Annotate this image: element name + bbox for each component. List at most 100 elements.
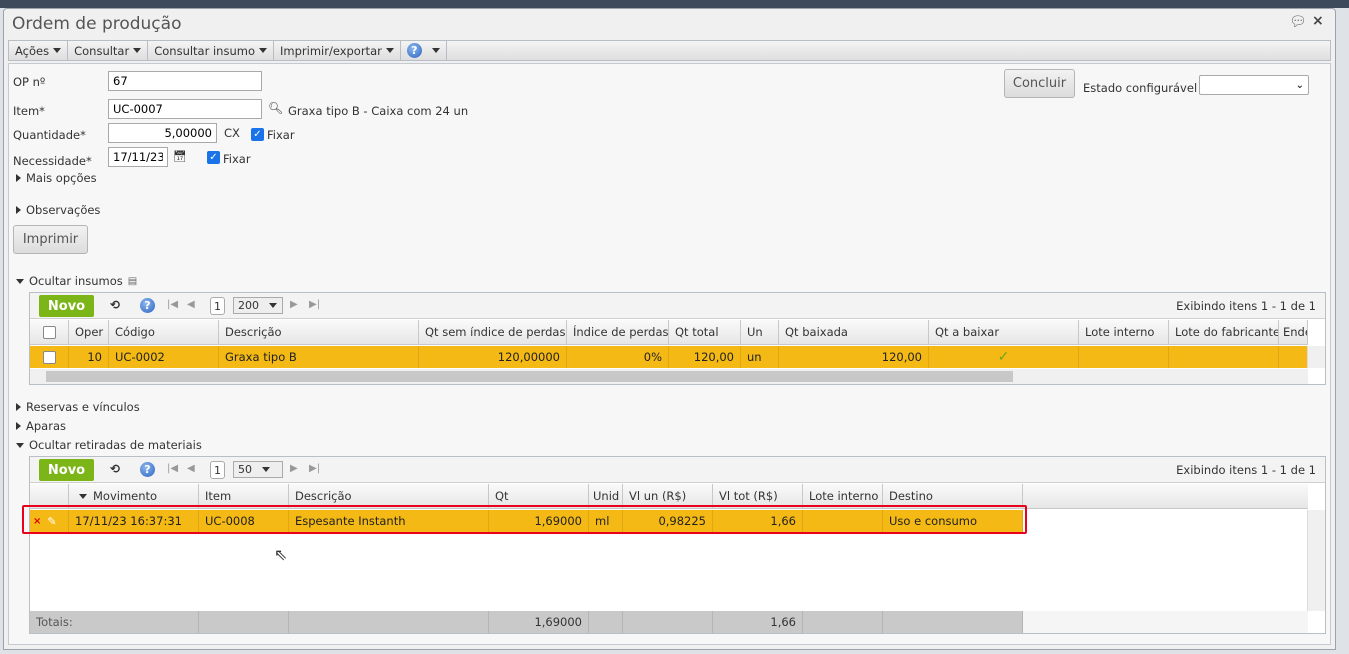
menu-label: Imprimir/exportar xyxy=(280,43,382,58)
cell-descricao: Graxa tipo B xyxy=(219,346,419,368)
cell-item: UC-0008 xyxy=(199,510,289,532)
totals-row: Totais: 1,69000 1,66 xyxy=(30,611,1308,633)
col-lote-fabricante[interactable]: Lote do fabricante xyxy=(1169,320,1279,344)
col-lote-interno[interactable]: Lote interno xyxy=(803,484,883,508)
col-endereco[interactable]: Endereço xyxy=(1279,320,1308,344)
row-actions: × ✎ xyxy=(30,510,69,532)
table-row[interactable]: × ✎ 17/11/23 16:37:31 UC-0008 Espesante I… xyxy=(30,510,1023,532)
vertical-scrollbar[interactable] xyxy=(1307,346,1325,368)
cell-movimento: 17/11/23 16:37:31 xyxy=(69,510,199,532)
cell-descricao: Espesante Instanth xyxy=(289,510,489,532)
concluir-button[interactable]: Concluir xyxy=(1004,69,1075,98)
col-descricao[interactable]: Descrição xyxy=(219,320,419,344)
col-codigo[interactable]: Código xyxy=(109,320,219,344)
col-item[interactable]: Item xyxy=(199,484,289,508)
quantity-input[interactable] xyxy=(108,123,217,143)
col-destino[interactable]: Destino xyxy=(883,484,1023,508)
col-movimento[interactable]: Movimento xyxy=(69,484,199,508)
first-page-icon[interactable]: |◀ xyxy=(167,299,178,310)
col-vl-tot[interactable]: Vl tot (R$) xyxy=(713,484,803,508)
col-unid[interactable]: Unid xyxy=(589,484,623,508)
grid-toolbar: Novo ⟲ ? |◀ ◀ 1 200 ▶ ▶| Exibindo itens … xyxy=(30,293,1325,319)
col-un[interactable]: Un xyxy=(741,320,779,344)
list-icon: ▤ xyxy=(127,275,138,287)
menu-consultar-insumo[interactable]: Consultar insumo xyxy=(148,41,274,60)
retiradas-toggle[interactable]: Ocultar retiradas de materiais xyxy=(16,438,202,452)
cell-qt-baixada: 120,00 xyxy=(779,346,929,368)
first-page-icon[interactable]: |◀ xyxy=(167,463,178,474)
refresh-icon[interactable]: ⟲ xyxy=(110,298,120,312)
op-number-input[interactable] xyxy=(108,71,262,91)
edit-icon[interactable]: ✎ xyxy=(47,515,56,528)
aparas-toggle[interactable]: Aparas xyxy=(16,419,66,433)
cell-oper: 10 xyxy=(69,346,109,368)
calendar-icon[interactable]: 📅︎ xyxy=(173,150,187,163)
ocultar-insumos-toggle[interactable]: Ocultar insumos ▤ xyxy=(16,274,137,288)
help-icon[interactable]: ? xyxy=(140,462,155,477)
totals-empty xyxy=(589,611,623,633)
col-oper[interactable]: Oper xyxy=(69,320,109,344)
delete-icon[interactable]: × xyxy=(33,516,41,527)
menu-imprimir-exportar[interactable]: Imprimir/exportar xyxy=(274,41,401,60)
next-page-icon[interactable]: ▶ xyxy=(290,299,298,310)
table-row[interactable]: 10 UC-0002 Graxa tipo B 120,00000 0% 120… xyxy=(30,346,1308,368)
col-qt-a-baixar[interactable]: Qt a baixar xyxy=(929,320,1079,344)
row-checkbox[interactable] xyxy=(30,346,69,368)
close-icon[interactable]: × xyxy=(1312,13,1324,29)
item-input[interactable] xyxy=(108,99,262,119)
scrollbar-thumb[interactable] xyxy=(46,371,1013,382)
col-descricao[interactable]: Descrição xyxy=(289,484,489,508)
menu-consultar[interactable]: Consultar xyxy=(68,41,149,60)
page-number-input[interactable]: 1 xyxy=(210,297,225,315)
comment-icon[interactable]: 💬︎ xyxy=(1289,14,1307,30)
menu-acoes[interactable]: Ações xyxy=(9,41,69,60)
col-qt-sem-indice[interactable]: Qt sem índice de perdas xyxy=(419,320,567,344)
select-all-checkbox[interactable] xyxy=(30,320,69,344)
last-page-icon[interactable]: ▶| xyxy=(309,463,320,474)
fixar-quantity-checkbox[interactable]: ✓ xyxy=(251,128,264,141)
refresh-icon[interactable]: ⟲ xyxy=(110,462,120,476)
prev-page-icon[interactable]: ◀ xyxy=(187,463,195,474)
novo-button[interactable]: Novo xyxy=(39,459,94,481)
page-size-select[interactable]: 50 xyxy=(233,461,283,478)
totals-vl-tot: 1,66 xyxy=(713,611,803,633)
col-qt[interactable]: Qt xyxy=(489,484,589,508)
imprimir-button[interactable]: Imprimir xyxy=(13,225,88,254)
page-size-select[interactable]: 200 xyxy=(233,297,283,314)
menu-help[interactable]: ? xyxy=(401,41,447,60)
cell-qt-sem-indice: 120,00000 xyxy=(419,346,567,368)
col-lote-interno[interactable]: Lote interno xyxy=(1079,320,1169,344)
help-icon: ? xyxy=(406,43,422,58)
cell-lote-interno xyxy=(1079,346,1169,368)
page-number-input[interactable]: 1 xyxy=(210,461,225,479)
cell-lote xyxy=(803,510,883,532)
col-qt-total[interactable]: Qt total xyxy=(669,320,741,344)
col-vl-un[interactable]: Vl un (R$) xyxy=(623,484,713,508)
estado-select[interactable]: ⌄ xyxy=(1199,75,1309,95)
last-page-icon[interactable]: ▶| xyxy=(309,299,320,310)
search-icon[interactable]: 🔍︎ xyxy=(268,101,283,115)
novo-button[interactable]: Novo xyxy=(39,295,94,317)
checkbox-box xyxy=(42,350,56,364)
toggle-label: Mais opções xyxy=(26,171,97,185)
menu-toolbar: Ações Consultar Consultar insumo Imprimi… xyxy=(8,40,1331,61)
mais-opcoes-toggle[interactable]: Mais opções xyxy=(16,171,97,185)
insumos-grid: Novo ⟲ ? |◀ ◀ 1 200 ▶ ▶| Exibindo itens … xyxy=(29,292,1326,385)
sort-desc-icon xyxy=(79,493,87,499)
cell-codigo: UC-0002 xyxy=(109,346,219,368)
horizontal-scrollbar[interactable] xyxy=(30,369,1308,384)
items-info: Exibindo itens 1 - 1 de 1 xyxy=(1176,299,1316,313)
fixar-date-checkbox[interactable]: ✓ xyxy=(207,151,220,164)
col-qt-baixada[interactable]: Qt baixada xyxy=(779,320,929,344)
col-indice-perdas[interactable]: Índice de perdas xyxy=(567,320,669,344)
reservas-toggle[interactable]: Reservas e vínculos xyxy=(16,400,140,414)
next-page-icon[interactable]: ▶ xyxy=(290,463,298,474)
necessity-date-input[interactable] xyxy=(108,147,168,167)
vertical-scrollbar[interactable] xyxy=(1307,510,1325,611)
page-size-value: 200 xyxy=(238,299,259,312)
totals-empty xyxy=(199,611,289,633)
prev-page-icon[interactable]: ◀ xyxy=(187,299,195,310)
help-icon[interactable]: ? xyxy=(140,298,155,313)
dialog-title: Ordem de produção xyxy=(12,14,182,34)
observacoes-toggle[interactable]: Observações xyxy=(16,203,100,217)
